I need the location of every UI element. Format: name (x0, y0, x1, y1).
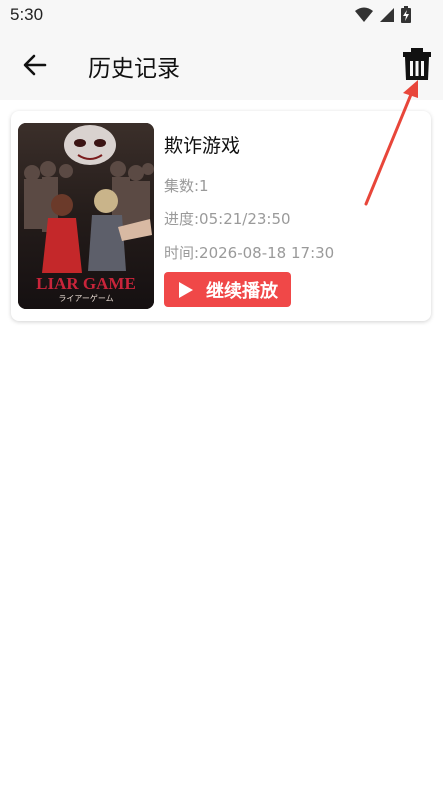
poster-logo-text: LIAR GAME (36, 274, 136, 293)
arrow-left-icon (23, 54, 47, 76)
trash-icon (403, 48, 431, 80)
poster-image[interactable]: LIAR GAME ライアーゲーム (18, 123, 154, 309)
status-time: 5:30 (10, 5, 44, 24)
progress-label: 进度:05:21/23:50 (164, 210, 291, 228)
battery-charging-icon (401, 6, 411, 27)
wifi-icon (355, 7, 373, 27)
status-icons (355, 6, 411, 27)
poster-subtitle-text: ライアーゲーム (58, 293, 113, 303)
cellular-signal-icon (379, 7, 395, 27)
status-bar: 5:30 (0, 0, 443, 30)
app-bar: 历史记录 (0, 30, 443, 100)
history-item-card[interactable]: LIAR GAME ライアーゲーム 欺诈游戏 集数:1 进度:05:21/23:… (11, 111, 431, 321)
episode-label: 集数:1 (164, 177, 209, 195)
resume-play-label: 继续播放 (206, 280, 278, 302)
play-icon (179, 281, 193, 298)
delete-history-button[interactable] (401, 46, 433, 82)
video-title: 欺诈游戏 (164, 135, 241, 157)
page-title: 历史记录 (88, 56, 180, 82)
watch-time-label: 时间:2026-08-18 17:30 (164, 244, 335, 262)
back-button[interactable] (20, 50, 50, 80)
resume-play-button[interactable]: 继续播放 (164, 272, 291, 307)
